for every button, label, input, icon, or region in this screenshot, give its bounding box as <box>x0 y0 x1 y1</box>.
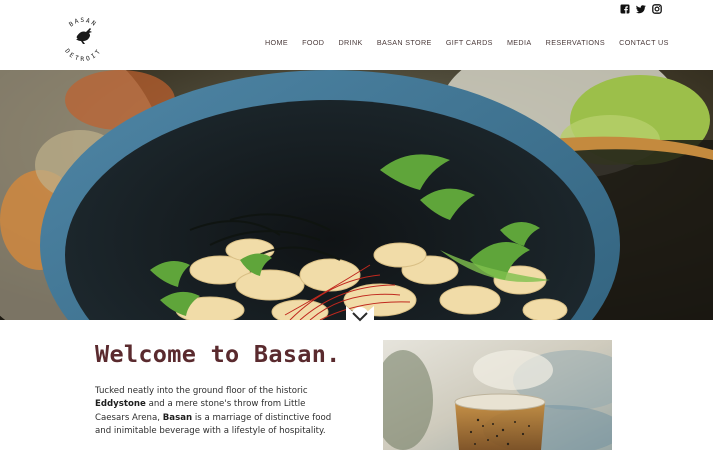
scroll-down-button[interactable] <box>346 306 374 326</box>
heron-bird-icon <box>76 28 92 44</box>
eddystone-text: Eddystone <box>95 399 146 410</box>
chevron-down-icon <box>346 306 374 326</box>
drink-photo <box>383 340 612 450</box>
nav-gift-cards[interactable]: GIFT CARDS <box>446 38 493 47</box>
intro-text-1: Tucked neatly into the ground floor of t… <box>95 386 308 396</box>
nav-media[interactable]: MEDIA <box>507 38 532 47</box>
nav-drink[interactable]: DRINK <box>339 38 363 47</box>
svg-text:DETROIT: DETROIT <box>63 48 103 62</box>
logo-top-text: BASAN <box>68 17 97 28</box>
nav-home[interactable]: HOME <box>265 38 288 47</box>
social-links <box>620 4 662 14</box>
logo-bottom-text: DETROIT <box>63 48 101 62</box>
basan-logo[interactable]: BASAN DETROIT <box>60 16 110 62</box>
welcome-title: Welcome to Basan. <box>95 340 341 368</box>
nav-reservations[interactable]: RESERVATIONS <box>546 38 605 47</box>
instagram-icon[interactable] <box>652 4 662 14</box>
nav-food[interactable]: FOOD <box>302 38 324 47</box>
svg-text:BASAN: BASAN <box>68 17 98 28</box>
intro-paragraph: Tucked neatly into the ground floor of t… <box>95 385 335 439</box>
facebook-icon[interactable] <box>620 4 630 14</box>
hero-image <box>0 70 713 320</box>
main-nav: HOME FOOD DRINK BASAN STORE GIFT CARDS M… <box>265 38 669 47</box>
nav-basan-store[interactable]: BASAN STORE <box>377 38 432 47</box>
nav-contact-us[interactable]: CONTACT US <box>619 38 669 47</box>
twitter-icon[interactable] <box>636 4 646 14</box>
basan-text: Basan <box>162 412 193 423</box>
